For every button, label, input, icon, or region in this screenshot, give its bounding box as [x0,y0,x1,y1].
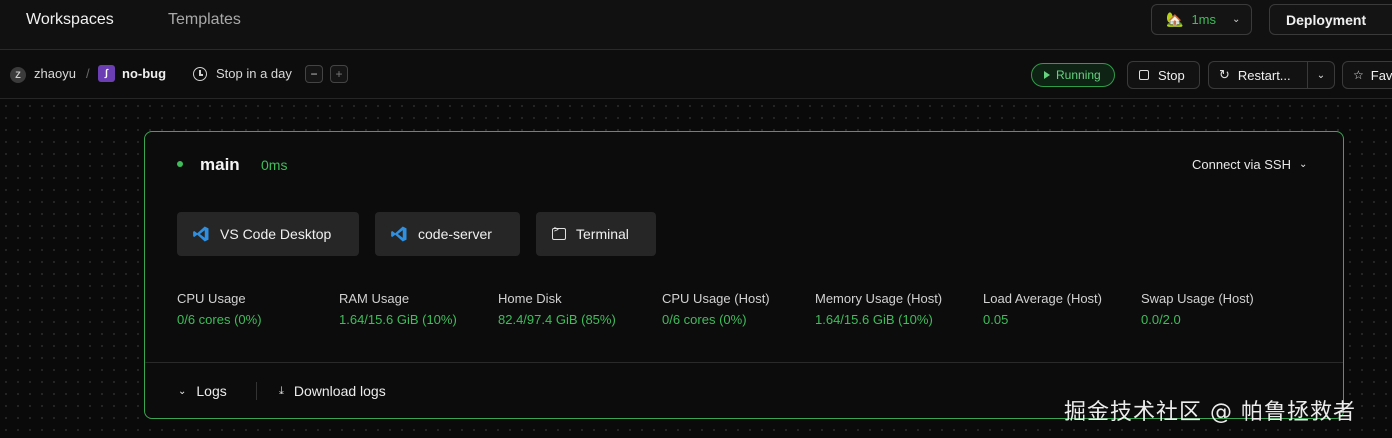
restart-options-button[interactable]: ⌄ [1307,61,1335,89]
terminal-button[interactable]: Terminal [536,212,656,256]
deployment-menu-button[interactable]: Deployment [1269,4,1392,35]
decrease-deadline-button[interactable]: − [305,65,323,83]
nav-workspaces[interactable]: Workspaces [26,10,114,30]
logs-label: Logs [196,383,227,399]
stat-home-disk: Home Disk 82.4/97.4 GiB (85%) [498,291,616,328]
status-label: Running [1056,68,1101,82]
chevron-down-icon: ⌄ [1316,69,1326,81]
stat-value: 0.0/2.0 [1141,312,1181,327]
stat-value: 1.64/15.6 GiB (10%) [339,312,457,327]
stat-label: Home Disk [498,291,562,306]
connect-ssh-label: Connect via SSH [1192,157,1291,172]
agent-status-dot [177,161,183,167]
stat-value: 0.05 [983,312,1009,327]
chevron-down-icon: ⌄ [178,385,187,397]
connect-ssh-button[interactable]: Connect via SSH ⌄ [1192,157,1307,172]
logs-separator [256,382,257,400]
agent-latency: 0ms [261,157,288,173]
workspace-icon: ∫ [98,65,115,82]
restart-icon: ↻ [1219,67,1230,82]
logs-toggle-button[interactable]: ⌄ Logs [178,383,227,399]
stat-label: Memory Usage (Host) [815,291,943,306]
clock-icon [193,67,207,81]
terminal-label: Terminal [576,226,629,242]
stat-memory-usage-host: Memory Usage (Host) 1.64/15.6 GiB (10%) [815,291,942,328]
stat-label: RAM Usage [339,291,410,306]
stat-value: 1.64/15.6 GiB (10%) [815,312,933,327]
top-navbar: Workspaces Templates 🏡 1ms ⌄ Deployment [0,0,1392,50]
stat-label: Swap Usage (Host) [1141,291,1254,306]
stop-button[interactable]: Stop [1127,61,1200,89]
vscode-icon [193,226,209,242]
restart-label: Restart... [1237,67,1291,83]
favorite-button[interactable]: ☆ Fav [1342,61,1392,89]
favorite-label: Fav [1370,67,1392,83]
code-server-label: code-server [418,226,492,242]
download-logs-label: Download logs [293,383,386,399]
vscode-desktop-button[interactable]: VS Code Desktop [177,212,359,256]
play-icon [1044,71,1050,79]
breadcrumb-separator: / [86,66,90,81]
stop-icon [1139,70,1149,80]
stat-ram-usage: RAM Usage 1.64/15.6 GiB (10%) [339,291,457,328]
stat-cpu-usage: CPU Usage 0/6 cores (0%) [177,291,262,328]
latency-value: 1ms [1191,12,1216,27]
star-icon: ☆ [1353,68,1364,82]
deployment-label: Deployment [1286,11,1367,28]
stat-load-average-host: Load Average (Host) 0.05 [983,291,1102,328]
agent-name: main [200,155,240,174]
stat-label: CPU Usage [177,291,246,306]
owner-avatar: Z [10,67,26,83]
vscode-icon [391,226,407,242]
schedule-text: Stop in a day [216,66,292,81]
stat-label: Load Average (Host) [983,291,1102,306]
latency-menu-button[interactable]: 🏡 1ms ⌄ [1151,4,1252,35]
stat-label: CPU Usage (Host) [662,291,770,306]
owner-name[interactable]: zhaoyu [34,66,76,81]
chevron-down-icon: ⌄ [1232,14,1241,25]
status-badge: Running [1031,63,1115,87]
stat-value: 0/6 cores (0%) [662,312,747,327]
workspace-name[interactable]: no-bug [122,66,166,81]
stat-value: 0/6 cores (0%) [177,312,262,327]
stat-swap-usage-host: Swap Usage (Host) 0.0/2.0 [1141,291,1254,328]
stat-cpu-usage-host: CPU Usage (Host) 0/6 cores (0%) [662,291,770,328]
nav-templates[interactable]: Templates [168,10,241,30]
agent-card: main 0ms Connect via SSH ⌄ VS Code Deskt… [144,131,1344,419]
watermark: 掘金技术社区 @ 帕鲁拯救者 [1064,400,1356,425]
download-logs-button[interactable]: ⤓ Download logs [279,383,386,399]
vscode-desktop-label: VS Code Desktop [220,226,332,242]
chevron-down-icon: ⌄ [1299,159,1308,170]
download-icon: ⤓ [279,384,284,397]
workspace-topbar: Z zhaoyu / ∫ no-bug Stop in a day − + Ru… [0,50,1392,99]
code-server-button[interactable]: code-server [375,212,520,256]
house-emoji-icon: 🏡 [1166,11,1184,27]
increase-deadline-button[interactable]: + [330,65,348,83]
stat-value: 82.4/97.4 GiB (85%) [498,312,616,327]
stop-label: Stop [1158,67,1185,83]
restart-button[interactable]: ↻ Restart... [1208,61,1307,89]
terminal-icon [552,225,566,240]
card-divider [145,362,1343,363]
